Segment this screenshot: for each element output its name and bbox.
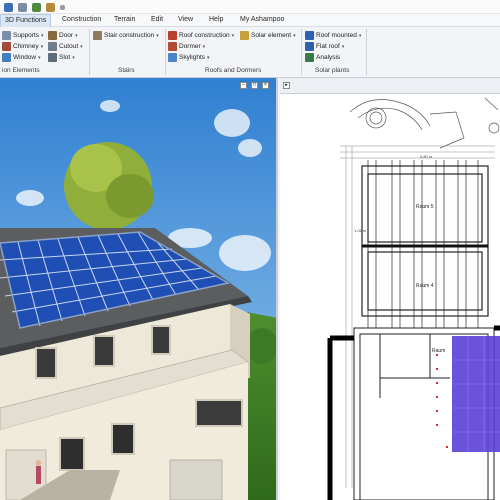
- tab-edit[interactable]: Edit: [151, 16, 163, 23]
- room-label-raum-5: Raum 5: [416, 204, 434, 210]
- ribbon-separator: [301, 29, 302, 75]
- solar-icon: [240, 31, 249, 40]
- tab-view[interactable]: View: [178, 16, 193, 23]
- group-label-stairs: Stairs: [118, 67, 135, 74]
- chevron-down-icon: ▾: [40, 43, 44, 50]
- supports-icon: [2, 31, 11, 40]
- supports-button[interactable]: Supports ▾: [2, 31, 44, 40]
- 3d-viewport[interactable]: – □ ×: [0, 78, 278, 500]
- dimension-label: 1,02 m: [354, 228, 367, 233]
- ribbon: Supports ▾ Chimney ▾ Window ▾ Door ▾ Cutout ▾…: [0, 27, 500, 78]
- chevron-down-icon: ▾: [80, 43, 83, 50]
- 3d-house-render: [0, 78, 276, 500]
- stair-construction-button[interactable]: Stair construction ▾: [93, 31, 159, 40]
- tab-help[interactable]: Help: [209, 16, 223, 23]
- cutout-icon: [48, 42, 57, 51]
- tab-my-ashampoo[interactable]: My Ashampoo: [240, 16, 284, 23]
- slot-button[interactable]: Slot ▾: [48, 53, 75, 62]
- maximize-icon[interactable]: □: [251, 82, 258, 89]
- floor-plan-view[interactable]: ▸ Raum 5 Raum 4 Raum 0,80 m 1,02 m: [280, 78, 500, 500]
- stairs-icon: [93, 31, 102, 40]
- roof-icon: [168, 31, 177, 40]
- chevron-down-icon: ▾: [38, 54, 41, 61]
- solar-element-button[interactable]: Solar element ▾: [240, 31, 296, 40]
- analysis-button[interactable]: Analysis: [305, 53, 340, 62]
- door-button[interactable]: Door ▾: [48, 31, 78, 40]
- room-label-raum: Raum: [432, 348, 446, 354]
- tab-terrain[interactable]: Terrain: [114, 16, 135, 23]
- group-label-solar-plants: Solar plants: [315, 67, 350, 74]
- chevron-down-icon: ▾: [207, 54, 210, 61]
- group-label-elements: ion Elements: [2, 67, 40, 74]
- skylights-button[interactable]: Skylights ▾: [168, 53, 210, 62]
- roof-construction-button[interactable]: Roof construction ▾: [168, 31, 234, 40]
- chimney-icon: [2, 42, 11, 51]
- tab-construction[interactable]: Construction: [62, 16, 101, 23]
- save-icon[interactable]: [4, 2, 13, 12]
- window-button[interactable]: Window ▾: [2, 53, 41, 62]
- group-label-roofs-dormers: Roofs and Dormers: [205, 67, 262, 74]
- dormer-icon: [168, 42, 177, 51]
- chevron-down-icon: ▾: [293, 32, 296, 39]
- close-icon[interactable]: ×: [262, 82, 269, 89]
- chevron-down-icon: ▾: [358, 32, 362, 39]
- chevron-down-icon: ▾: [75, 32, 78, 39]
- ribbon-separator: [165, 29, 166, 75]
- slot-icon: [48, 53, 57, 62]
- roof-mounted-icon: [305, 31, 314, 40]
- title-bar: [0, 0, 500, 14]
- chevron-down-icon: ▾: [341, 43, 345, 50]
- dropdown-icon[interactable]: [60, 4, 65, 10]
- chevron-down-icon: ▾: [231, 32, 235, 39]
- dimension-label: 0,80 m: [420, 154, 433, 159]
- door-icon: [48, 31, 57, 40]
- ribbon-separator: [89, 29, 90, 75]
- floor-plan-drawing: [327, 97, 500, 500]
- chevron-down-icon: ▾: [202, 43, 206, 50]
- chimney-button[interactable]: Chimney ▾: [2, 42, 43, 51]
- room-label-raum-4: Raum 4: [416, 283, 434, 289]
- cutout-button[interactable]: Cutout ▾: [48, 42, 83, 51]
- window-icon: [2, 53, 11, 62]
- redo-icon[interactable]: [46, 2, 55, 12]
- chevron-down-icon: ▾: [72, 54, 75, 61]
- minimize-icon[interactable]: –: [240, 82, 247, 89]
- chevron-down-icon: ▾: [41, 32, 44, 39]
- ribbon-separator: [366, 29, 367, 75]
- skylight-icon: [168, 53, 177, 62]
- chevron-down-icon: ▾: [156, 32, 159, 39]
- flat-roof-icon: [305, 42, 314, 51]
- dormer-button[interactable]: Dormer ▾: [168, 42, 205, 51]
- flat-roof-button[interactable]: Flat roof ▾: [305, 42, 344, 51]
- print-icon[interactable]: [18, 2, 27, 12]
- analysis-icon: [305, 53, 314, 62]
- menu-bar: 3D Functions Construction Terrain Edit V…: [0, 14, 500, 27]
- quick-access-toolbar: [4, 2, 65, 12]
- roof-mounted-button[interactable]: Roof mounted ▾: [305, 31, 361, 40]
- tab-3d-functions[interactable]: 3D Functions: [0, 14, 52, 27]
- undo-icon[interactable]: [32, 2, 41, 12]
